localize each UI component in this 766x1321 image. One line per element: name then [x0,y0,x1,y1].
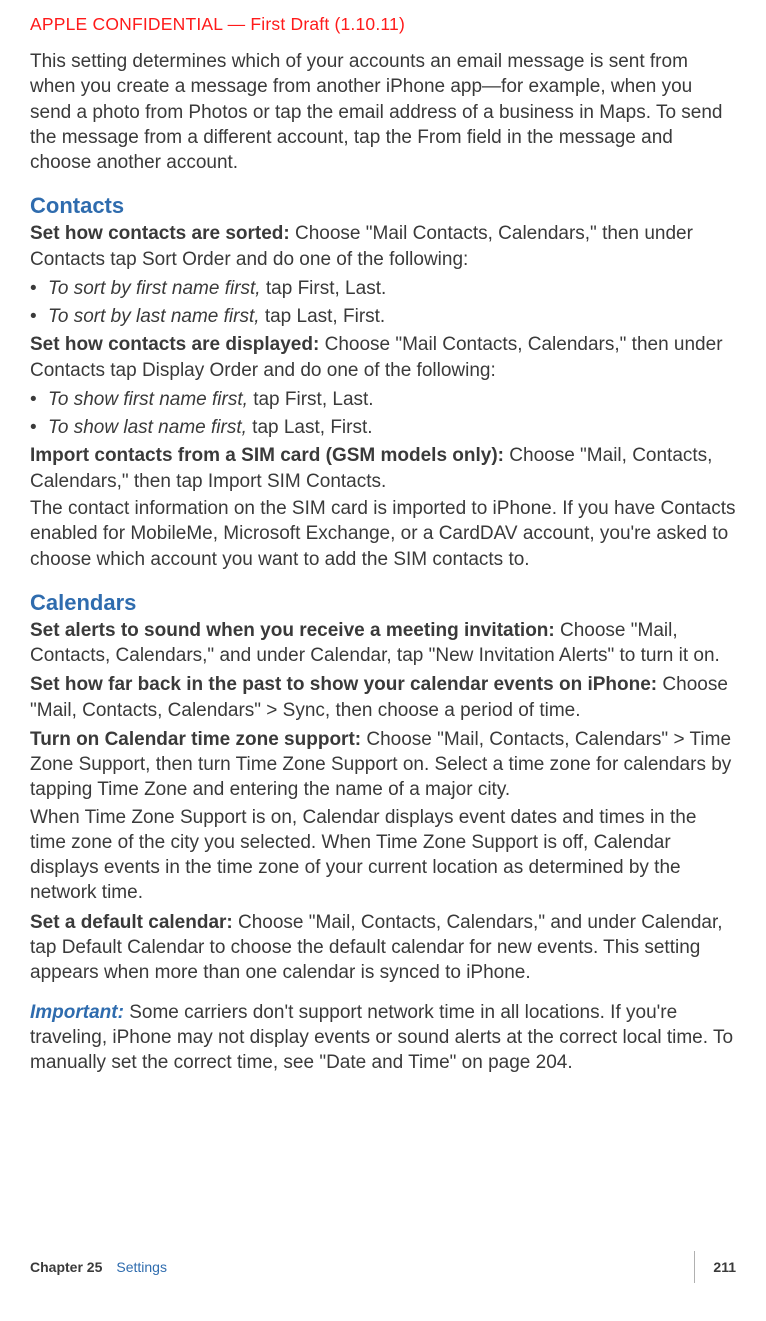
page-number: 211 [713,1259,736,1275]
calendars-default-label: Set a default calendar: [30,912,233,933]
calendars-tz-para: Turn on Calendar time zone support: Choo… [30,727,736,803]
list-item: • To sort by last name first, tap Last, … [30,304,736,329]
bullet-icon: • [30,304,48,329]
important-label: Important: [30,1002,124,1023]
bullet-rest: tap Last, First. [247,417,373,438]
footer-divider [694,1251,695,1283]
calendars-past-para: Set how far back in the past to show you… [30,672,736,723]
important-body: Some carriers don't support network time… [30,1002,733,1074]
bullet-rest: tap First, Last. [261,278,387,299]
page-footer: Chapter 25 Settings 211 [30,1251,736,1283]
calendars-alerts-para: Set alerts to sound when you receive a m… [30,618,736,669]
bullet-rest: tap Last, First. [260,306,386,327]
list-item: • To show first name first, tap First, L… [30,387,736,412]
intro-paragraph: This setting determines which of your ac… [30,49,736,175]
bullet-icon: • [30,387,48,412]
chapter-label: Chapter 25 [30,1259,102,1275]
calendars-tz-note: When Time Zone Support is on, Calendar d… [30,805,736,906]
list-item: • To show last name first, tap Last, Fir… [30,415,736,440]
bullet-italic: To show last name first, [48,417,247,438]
bullet-icon: • [30,276,48,301]
contacts-import-label: Import contacts from a SIM card (GSM mod… [30,445,504,466]
calendars-past-label: Set how far back in the past to show you… [30,674,657,695]
bullet-italic: To sort by last name first, [48,306,260,327]
calendars-default-para: Set a default calendar: Choose "Mail, Co… [30,910,736,986]
contacts-display-para: Set how contacts are displayed: Choose "… [30,332,736,383]
contacts-import-para: Import contacts from a SIM card (GSM mod… [30,443,736,494]
bullet-icon: • [30,415,48,440]
contacts-display-label: Set how contacts are displayed: [30,334,319,355]
chapter-name: Settings [116,1259,167,1275]
list-item: • To sort by first name first, tap First… [30,276,736,301]
contacts-sort-para: Set how contacts are sorted: Choose "Mai… [30,221,736,272]
confidential-header: APPLE CONFIDENTIAL — First Draft (1.10.1… [30,14,736,35]
bullet-italic: To show first name first, [48,389,248,410]
bullet-italic: To sort by first name first, [48,278,261,299]
contacts-sort-label: Set how contacts are sorted: [30,223,290,244]
bullet-rest: tap First, Last. [248,389,374,410]
contacts-import-note: The contact information on the SIM card … [30,496,736,572]
section-heading-contacts: Contacts [30,193,736,219]
calendars-important-para: Important: Some carriers don't support n… [30,1000,736,1076]
calendars-alerts-label: Set alerts to sound when you receive a m… [30,620,555,641]
calendars-tz-label: Turn on Calendar time zone support: [30,729,361,750]
section-heading-calendars: Calendars [30,590,736,616]
